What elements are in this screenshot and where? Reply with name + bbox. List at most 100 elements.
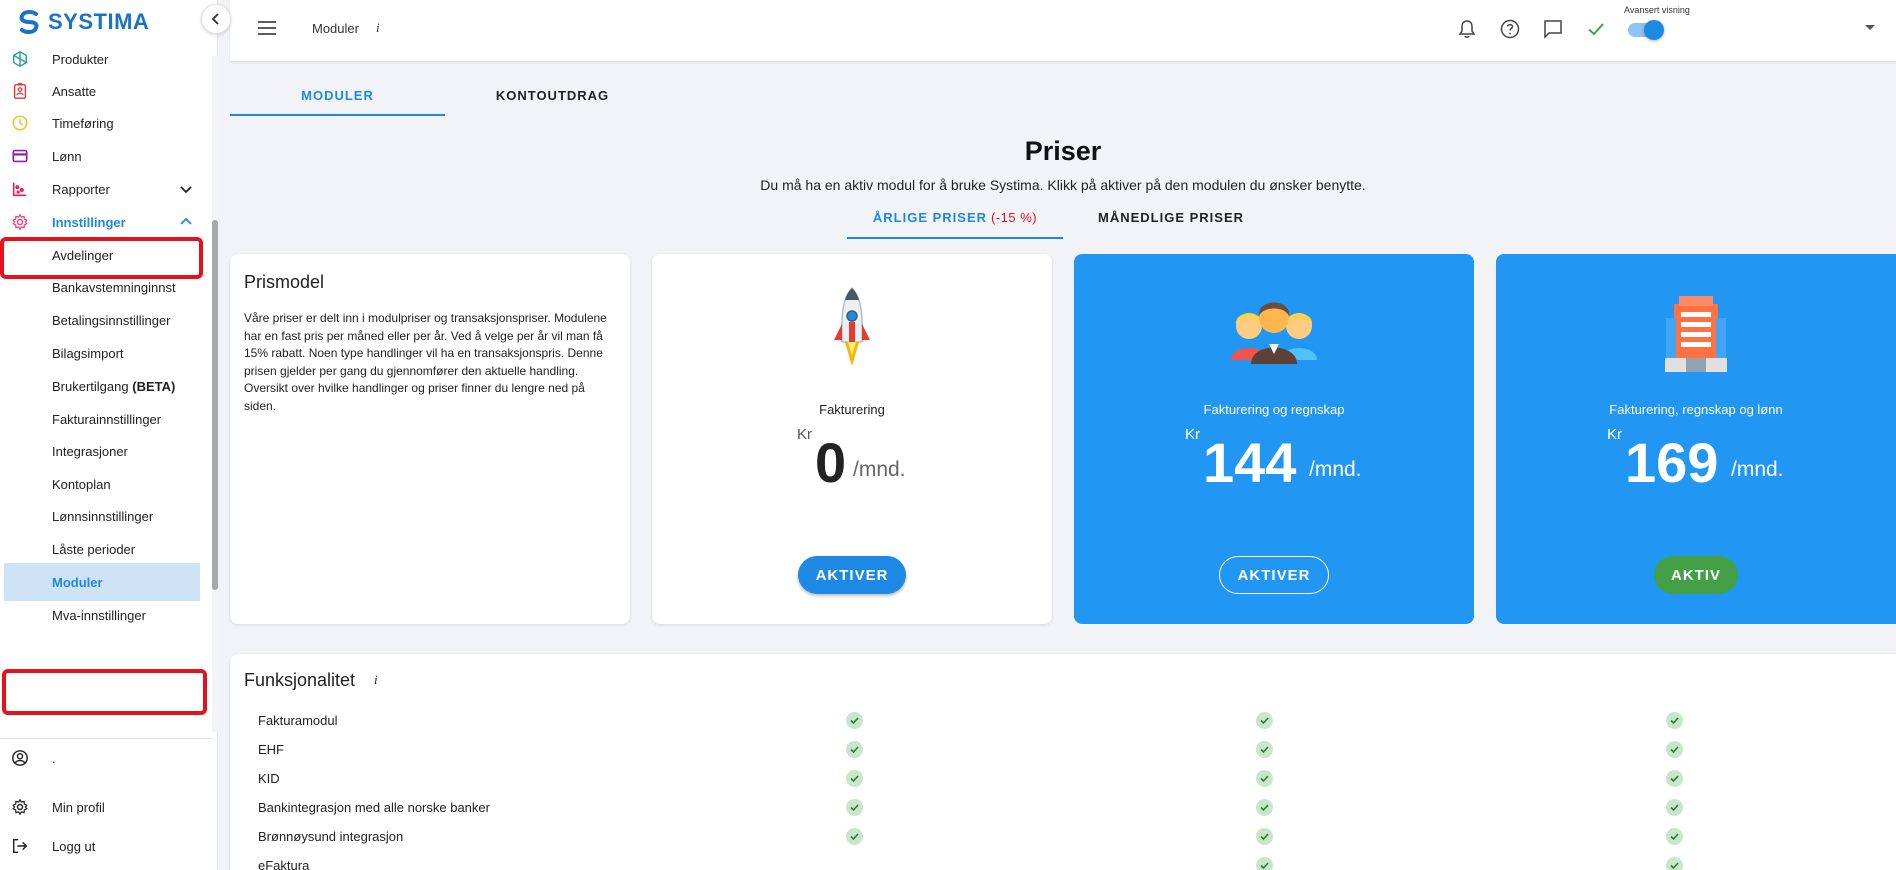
systima-logo-icon — [19, 9, 39, 35]
feature-check-icon — [846, 741, 863, 758]
feature-check-icon — [1666, 828, 1683, 845]
brukertilgang-label: Brukertilgang — [52, 378, 129, 394]
chevron-left-icon — [211, 13, 219, 25]
feature-check-icon — [1256, 857, 1273, 870]
plan-name: Fakturering, regnskap og lønn — [1609, 402, 1783, 417]
check-icon[interactable] — [1585, 18, 1607, 40]
plan-currency: Kr — [1607, 426, 1622, 443]
sidebar-subitem-label: Integrasjoner — [52, 443, 128, 459]
sidebar-subitem-label: Avdelinger — [52, 247, 114, 263]
sidebar-nav[interactable]: Produkter Ansatte Timeføring Lønn Rappor… — [0, 48, 212, 732]
sidebar-item-min-profil[interactable]: Min profil — [0, 788, 204, 826]
gear-icon — [10, 797, 30, 817]
feature-check-icon — [1256, 828, 1273, 845]
sidebar-item-label: Ansatte — [52, 83, 97, 99]
sidebar-subitem-label: Betalingsinnstillinger — [52, 312, 171, 328]
tab-moduler[interactable]: MODULER — [230, 80, 445, 116]
plan-name: Fakturering — [819, 402, 885, 417]
chat-icon[interactable] — [1542, 18, 1564, 40]
plan-per: /mnd. — [1731, 458, 1784, 481]
activate-button[interactable]: AKTIVER — [798, 556, 906, 594]
sidebar-item-user[interactable]: . — [0, 739, 204, 777]
feature-check-icon — [846, 799, 863, 816]
page-title: Priser — [1024, 136, 1102, 166]
tab-yearly-label: ÅRLIGE PRISER — [872, 210, 987, 225]
sidebar-subitem-label: Kontoplan — [52, 476, 111, 492]
plan-price: Kr 144 /mnd. — [1074, 422, 1474, 494]
info-icon[interactable]: i — [374, 672, 378, 688]
feature-check-icon — [1666, 770, 1683, 787]
badge-icon — [10, 81, 30, 101]
sidebar-item-label: Produkter — [52, 51, 109, 67]
plan-card-fakturering-regnskap-lonn: Fakturering, regnskap og lønn Kr 169 /mn… — [1496, 254, 1896, 624]
sidebar-scroll-thumb[interactable] — [212, 220, 218, 590]
feature-check-icon — [846, 712, 863, 729]
advanced-view-toggle[interactable] — [1628, 20, 1664, 40]
sidebar-subitem-label: Moduler — [52, 574, 103, 590]
feature-check-icon — [1256, 712, 1273, 729]
feature-label: Fakturamodul — [258, 713, 338, 728]
sidebar-subitem-label: Lønnsinnstillinger — [52, 508, 154, 524]
collapse-sidebar-button[interactable] — [201, 4, 231, 34]
gear-icon — [10, 212, 30, 232]
sidebar-item-label: Timeføring — [52, 115, 114, 131]
sidebar-item-label: Innstillinger — [52, 214, 126, 230]
chart-icon — [10, 179, 30, 199]
box-icon — [10, 49, 30, 69]
sidebar-item-label: Min profil — [52, 799, 105, 815]
plan-price: Kr 0 /mnd. — [652, 422, 1052, 494]
prismodel-text: Våre priser er delt inn i modulpriser og… — [244, 311, 607, 413]
plan-card-fakturering: Fakturering Kr 0 /mnd. AKTIVER — [652, 254, 1052, 624]
chevron-down-icon[interactable] — [178, 181, 194, 197]
chevron-up-icon[interactable] — [178, 214, 194, 230]
sidebar-subitem-mva-innstillinger[interactable]: Mva-innstillinger — [0, 596, 204, 634]
plan-amount: 144 — [1203, 431, 1297, 494]
tab-yearly-prices[interactable]: ÅRLIGE PRISER (-15 %) — [847, 210, 1063, 239]
account-dropdown-icon[interactable] — [1865, 25, 1875, 30]
sidebar-subitem-label: Bilagsimport — [52, 345, 124, 361]
feature-check-icon — [1256, 799, 1273, 816]
toggle-knob — [1644, 20, 1664, 40]
logo-text: SYSTIMA — [48, 9, 150, 34]
logo[interactable]: SYSTIMA — [16, 8, 149, 36]
help-icon[interactable] — [1499, 18, 1521, 40]
feature-label: EHF — [258, 742, 284, 757]
feature-label: eFaktura — [258, 858, 310, 870]
feature-check-icon — [846, 828, 863, 845]
feature-check-icon — [1666, 799, 1683, 816]
feature-label: Brønnøysund integrasjon — [258, 829, 404, 844]
plan-price: Kr 169 /mnd. — [1496, 422, 1896, 494]
features-card: Funksjonalitet i Fakturamodul EHF KID Banki… — [230, 654, 1896, 870]
sidebar: SYSTIMA Produkter Ansatte Timeføring Løn… — [0, 0, 218, 870]
feature-check-icon — [1256, 741, 1273, 758]
page-subtitle: Du må ha en aktiv modul for å bruke Syst… — [760, 177, 1366, 193]
feature-check-icon — [1256, 770, 1273, 787]
plan-amount: 169 — [1625, 431, 1719, 494]
sidebar-item-logg-ut[interactable]: Logg ut — [0, 827, 204, 865]
rocket-icon — [834, 286, 870, 366]
sidebar-item-label: Lønn — [52, 148, 82, 164]
page-label: Moduler — [312, 21, 359, 36]
plan-name: Fakturering og regnskap — [1203, 402, 1345, 417]
clock-icon — [10, 113, 30, 133]
feature-check-icon — [1666, 857, 1683, 870]
bell-icon[interactable] — [1456, 18, 1478, 40]
building-icon — [1665, 296, 1727, 372]
active-button[interactable]: AKTIV — [1654, 556, 1738, 594]
sidebar-bottom: . Min profil Logg ut — [0, 738, 212, 854]
feature-label: Bankintegrasjon med alle norske banker — [258, 800, 490, 815]
plan-per: /mnd. — [1309, 458, 1362, 481]
activate-button[interactable]: AKTIVER — [1219, 556, 1329, 594]
info-icon[interactable]: i — [376, 20, 380, 36]
sidebar-subitem-label: Bankavstemninginnst — [52, 279, 176, 295]
logout-icon — [10, 836, 30, 856]
tab-kontoutdrag[interactable]: KONTOUTDRAG — [445, 80, 660, 116]
plan-card-fakturering-regnskap: Fakturering og regnskap Kr 144 /mnd. AKT… — [1074, 254, 1474, 624]
menu-icon[interactable] — [257, 20, 277, 36]
feature-check-icon — [846, 770, 863, 787]
plan-amount: 0 — [815, 431, 847, 494]
plan-currency: Kr — [797, 426, 812, 443]
sidebar-item-label: Rapporter — [52, 181, 110, 197]
prismodel-card: Prismodel Våre priser er delt inn i modu… — [230, 254, 630, 624]
tab-monthly-prices[interactable]: MÅNEDLIGE PRISER — [1063, 210, 1279, 239]
